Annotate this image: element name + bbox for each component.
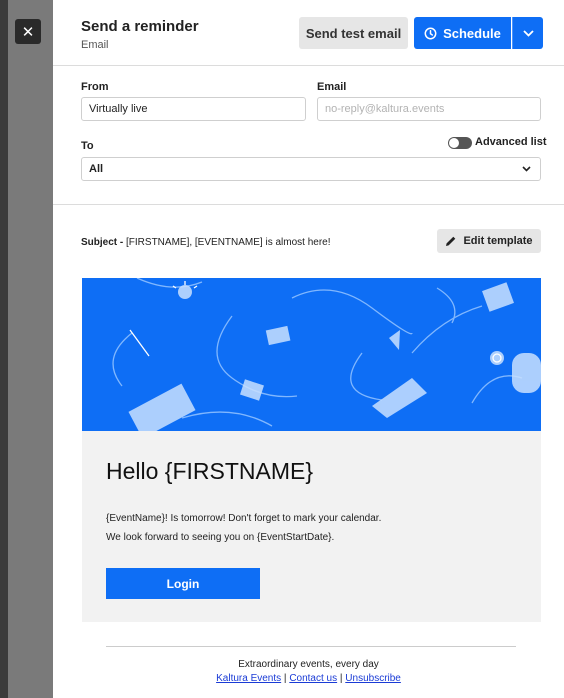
chevron-down-icon xyxy=(522,164,531,174)
page-title: Send a reminder xyxy=(81,18,199,35)
close-icon: ✕ xyxy=(21,23,35,41)
to-select-value: All xyxy=(89,163,104,175)
header-divider xyxy=(53,65,564,66)
schedule-button[interactable]: Schedule xyxy=(414,17,511,49)
login-button[interactable]: Login xyxy=(106,568,260,599)
reminder-panel: Send a reminder Email Send test email Sc… xyxy=(53,0,564,698)
email-greeting: Hello {FIRSTNAME} xyxy=(106,458,314,484)
pencil-icon xyxy=(446,236,456,246)
advanced-list-toggle[interactable] xyxy=(448,137,472,149)
kaltura-events-link[interactable]: Kaltura Events xyxy=(216,673,281,684)
edit-template-label: Edit template xyxy=(463,235,533,247)
footer-divider xyxy=(106,646,516,647)
contact-us-link[interactable]: Contact us xyxy=(289,673,337,684)
clock-icon xyxy=(424,27,437,39)
footer-tagline: Extraordinary events, every day xyxy=(238,659,379,670)
schedule-label: Schedule xyxy=(443,25,501,41)
page-subtitle: Email xyxy=(81,39,109,51)
send-test-email-button[interactable]: Send test email xyxy=(299,17,408,49)
overlay-backdrop xyxy=(8,0,53,698)
to-label: To xyxy=(81,140,94,152)
subject-prefix: Subject - xyxy=(81,237,127,248)
advanced-list-label: Advanced list xyxy=(475,136,547,148)
email-body-line-2: We look forward to seeing you on {EventS… xyxy=(106,532,335,543)
chevron-down-icon xyxy=(522,29,534,37)
to-select[interactable]: All xyxy=(81,157,541,181)
email-label: Email xyxy=(317,81,347,93)
footer-links: Kaltura Events | Contact us | Unsubscrib… xyxy=(53,673,564,684)
form-divider xyxy=(53,204,564,205)
from-field[interactable]: Virtually live xyxy=(81,97,306,121)
close-button[interactable]: ✕ xyxy=(15,19,41,44)
subject-text: [FIRSTNAME], [EVENTNAME] is almost here! xyxy=(126,237,331,248)
schedule-options-dropdown[interactable] xyxy=(512,17,543,49)
unsubscribe-link[interactable]: Unsubscribe xyxy=(345,673,401,684)
edit-template-button[interactable]: Edit template xyxy=(437,229,541,253)
email-banner-illustration xyxy=(82,278,541,431)
left-rail: ✕ xyxy=(0,0,53,698)
email-body-line-1: {EventName}! Is tomorrow! Don't forget t… xyxy=(106,513,382,524)
subject-line: Subject - [FIRSTNAME], [EVENTNAME] is al… xyxy=(81,237,331,248)
email-field[interactable]: no-reply@kaltura.events xyxy=(317,97,541,121)
toggle-knob xyxy=(449,138,459,148)
email-preview: Hello {FIRSTNAME} {EventName}! Is tomorr… xyxy=(82,278,541,622)
from-label: From xyxy=(81,81,109,93)
